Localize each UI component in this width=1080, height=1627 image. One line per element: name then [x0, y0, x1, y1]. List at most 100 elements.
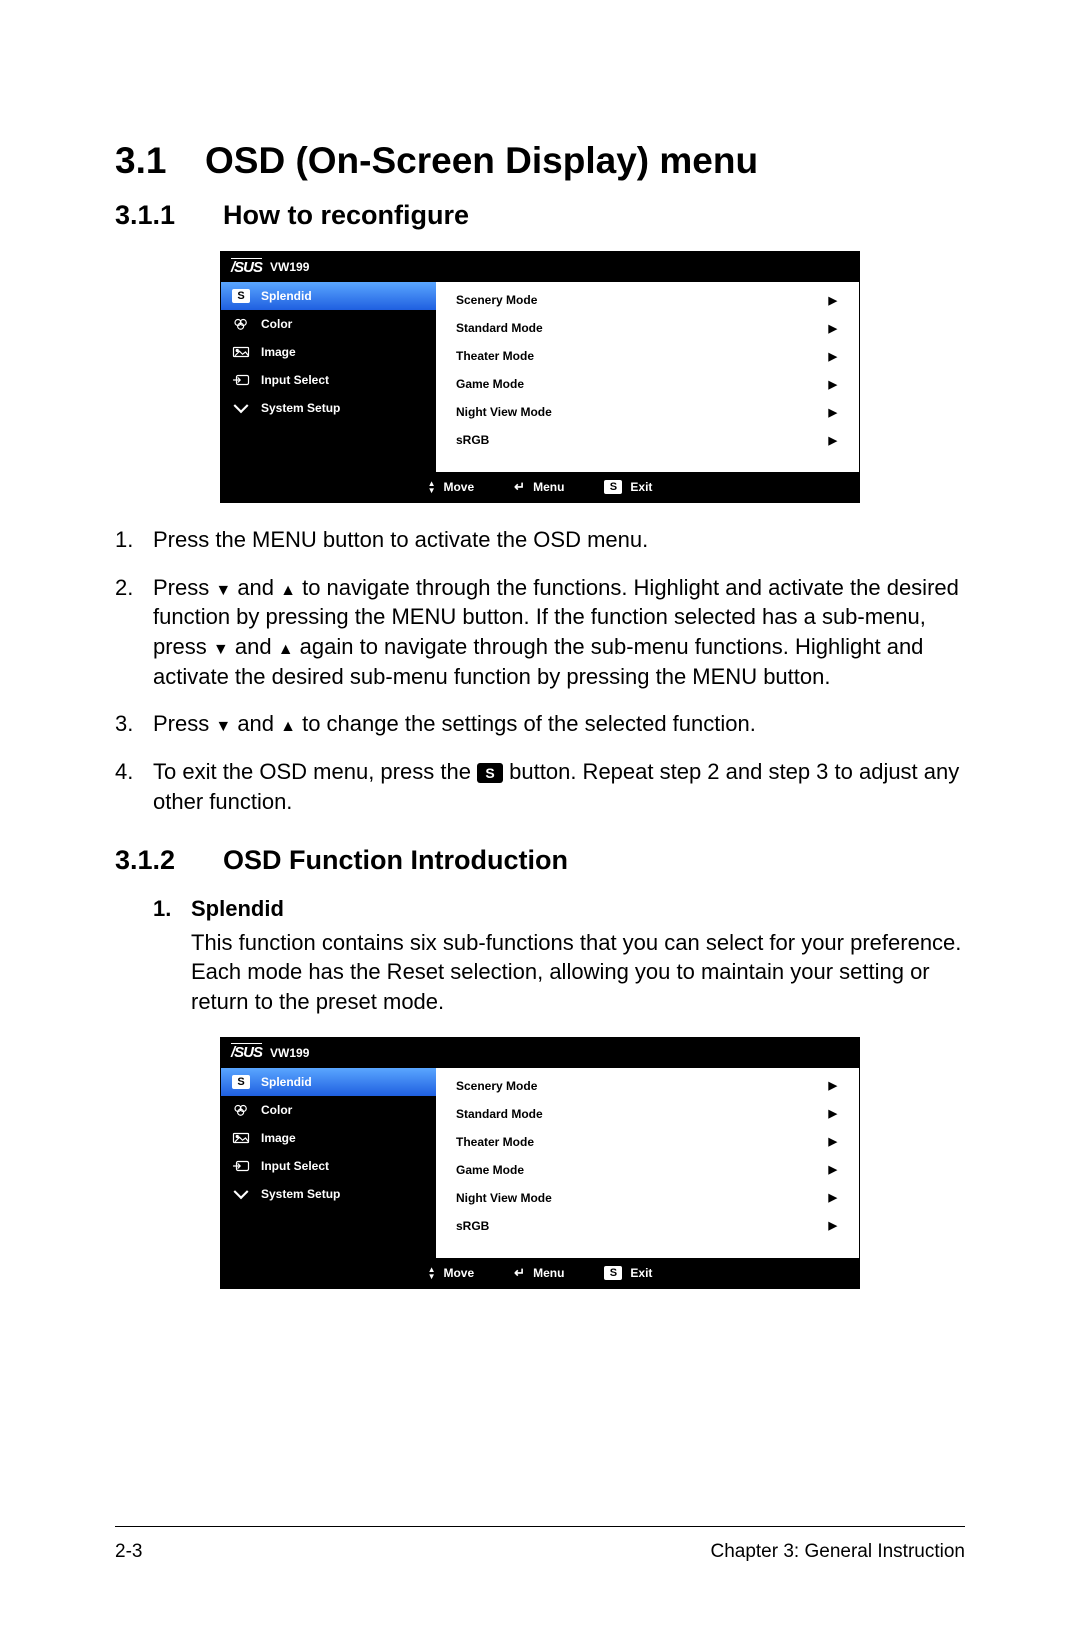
heading-2-function-intro: 3.1.2OSD Function Introduction [115, 845, 965, 876]
chevron-right-icon: ▶ [829, 350, 837, 363]
osd-left-label: Splendid [261, 289, 312, 303]
updown-icon: ▲▼ [428, 1266, 436, 1280]
heading-3-splendid: 1.Splendid [153, 896, 965, 922]
osd-footer-move: ▲▼ Move [428, 1266, 475, 1280]
setup-icon [231, 400, 251, 416]
page-number: 2-3 [115, 1541, 142, 1563]
osd-right-item: Scenery Mode▶ [436, 286, 859, 314]
heading-2-number: 3.1.1 [115, 200, 223, 231]
osd-footer-exit: S Exit [604, 480, 652, 494]
heading-3-text: Splendid [191, 896, 284, 921]
triangle-up-icon [280, 711, 296, 736]
osd-body: S Splendid Color Image [221, 282, 859, 472]
splendid-paragraph: This function contains six sub-functions… [191, 928, 965, 1017]
osd-right-item: Night View Mode▶ [436, 398, 859, 426]
s-badge-icon: S [477, 763, 503, 783]
osd-right-item: Theater Mode▶ [436, 1128, 859, 1156]
osd-right-item: Scenery Mode▶ [436, 1072, 859, 1100]
osd-right-item: sRGB▶ [436, 1212, 859, 1240]
osd-screenshot-2: /SUS VW199 S Splendid Color [115, 1037, 965, 1289]
step-body: Press and to navigate through the functi… [153, 573, 965, 692]
osd-footer-exit: S Exit [604, 1266, 652, 1280]
osd-left-item-input: Input Select [221, 1152, 436, 1180]
color-icon [231, 1102, 251, 1118]
footer-rule [115, 1526, 965, 1527]
chevron-right-icon: ▶ [829, 1191, 837, 1204]
osd-left-item-system: System Setup [221, 1180, 436, 1208]
heading-1-number: 3.1 [115, 140, 205, 182]
input-icon [231, 1158, 251, 1174]
osd-right-item: sRGB▶ [436, 426, 859, 454]
osd-left-menu: S Splendid Color Image [221, 1068, 436, 1258]
page-footer: 2-3 Chapter 3: General Instruction [115, 1541, 965, 1563]
osd-left-item-input: Input Select [221, 366, 436, 394]
chevron-right-icon: ▶ [829, 378, 837, 391]
osd-right-menu: Scenery Mode▶ Standard Mode▶ Theater Mod… [436, 1068, 859, 1258]
step-body: To exit the OSD menu, press the S button… [153, 757, 965, 816]
s-icon: S [231, 1074, 251, 1090]
setup-icon [231, 1186, 251, 1202]
osd-left-item-splendid: S Splendid [221, 1068, 436, 1096]
chevron-right-icon: ▶ [829, 294, 837, 307]
osd-footer-menu: ↵ Menu [514, 479, 564, 495]
step-3: 3. Press and to change the settings of t… [115, 709, 965, 739]
osd-left-label: Input Select [261, 1159, 329, 1173]
step-number: 2. [115, 573, 153, 692]
osd-titlebar: /SUS VW199 [221, 1038, 859, 1068]
osd-left-item-image: Image [221, 338, 436, 366]
osd-right-item: Theater Mode▶ [436, 342, 859, 370]
s-badge-icon: S [604, 480, 622, 494]
osd-left-item-color: Color [221, 1096, 436, 1124]
osd-titlebar: /SUS VW199 [221, 252, 859, 282]
heading-2-text: How to reconfigure [223, 200, 469, 230]
chevron-right-icon: ▶ [829, 322, 837, 335]
osd-panel: /SUS VW199 S Splendid Color [220, 1037, 860, 1289]
chevron-right-icon: ▶ [829, 1135, 837, 1148]
osd-right-item: Standard Mode▶ [436, 314, 859, 342]
chevron-right-icon: ▶ [829, 1219, 837, 1232]
heading-2-reconfigure: 3.1.1How to reconfigure [115, 200, 965, 231]
chevron-right-icon: ▶ [829, 1163, 837, 1176]
osd-left-menu: S Splendid Color Image [221, 282, 436, 472]
osd-body: S Splendid Color Image [221, 1068, 859, 1258]
osd-left-item-system: System Setup [221, 394, 436, 422]
image-icon [231, 1130, 251, 1146]
image-icon [231, 344, 251, 360]
osd-footer: ▲▼ Move ↵ Menu S Exit [221, 1258, 859, 1288]
color-icon [231, 316, 251, 332]
osd-left-label: Image [261, 1131, 296, 1145]
osd-left-label: Color [261, 317, 292, 331]
chevron-right-icon: ▶ [829, 406, 837, 419]
osd-screenshot-1: /SUS VW199 S Splendid Color [115, 251, 965, 503]
step-2: 2. Press and to navigate through the fun… [115, 573, 965, 692]
asus-logo: /SUS [231, 1044, 262, 1061]
step-body: Press and to change the settings of the … [153, 709, 965, 739]
triangle-up-icon [280, 575, 296, 600]
chevron-right-icon: ▶ [829, 434, 837, 447]
osd-right-item: Standard Mode▶ [436, 1100, 859, 1128]
heading-2-number: 3.1.2 [115, 845, 223, 876]
step-body: Press the MENU button to activate the OS… [153, 525, 965, 555]
chevron-right-icon: ▶ [829, 1079, 837, 1092]
osd-footer: ▲▼ Move ↵ Menu S Exit [221, 472, 859, 502]
step-number: 3. [115, 709, 153, 739]
page: 3.1OSD (On-Screen Display) menu 3.1.1How… [0, 0, 1080, 1627]
chevron-right-icon: ▶ [829, 1107, 837, 1120]
osd-footer-menu: ↵ Menu [514, 1265, 564, 1281]
s-icon: S [231, 288, 251, 304]
asus-logo: /SUS [231, 259, 262, 276]
step-list: 1. Press the MENU button to activate the… [115, 525, 965, 817]
osd-model: VW199 [270, 260, 309, 274]
chapter-label: Chapter 3: General Instruction [710, 1541, 965, 1563]
triangle-down-icon [215, 575, 231, 600]
osd-left-label: Color [261, 1103, 292, 1117]
heading-1: 3.1OSD (On-Screen Display) menu [115, 140, 965, 182]
step-number: 1. [115, 525, 153, 555]
osd-left-label: Splendid [261, 1075, 312, 1089]
triangle-down-icon [215, 711, 231, 736]
step-number: 4. [115, 757, 153, 816]
step-1: 1. Press the MENU button to activate the… [115, 525, 965, 555]
triangle-down-icon [213, 634, 229, 659]
heading-2-text: OSD Function Introduction [223, 845, 568, 875]
heading-1-text: OSD (On-Screen Display) menu [205, 140, 758, 181]
